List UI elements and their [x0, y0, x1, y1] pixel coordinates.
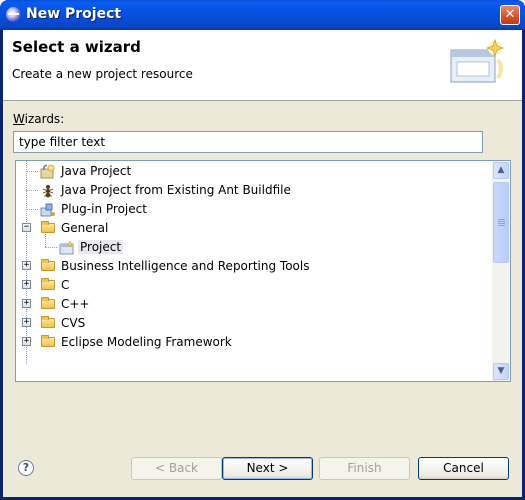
new-project-banner-icon	[450, 38, 505, 83]
tree-item-java-project[interactable]: Java Project	[16, 162, 492, 181]
tree-item-label: Plug-in Project	[61, 202, 147, 216]
expand-toggle[interactable]: +	[22, 261, 31, 270]
scroll-down-button[interactable]: ▼	[493, 363, 509, 380]
back-button[interactable]: < Back	[131, 457, 222, 480]
tree-item-label: Java Project from Existing Ant Buildfile	[61, 183, 291, 197]
wizard-tree[interactable]: Java Project Java Project from Existing …	[15, 160, 511, 382]
next-button[interactable]: Next >	[222, 457, 313, 480]
tree-item-label: CVS	[61, 316, 86, 330]
expand-toggle[interactable]: +	[22, 337, 31, 346]
folder-icon	[41, 259, 55, 271]
tree-item-emf[interactable]: + Eclipse Modeling Framework	[16, 333, 492, 352]
cancel-button[interactable]: Cancel	[418, 457, 509, 480]
expand-toggle[interactable]: +	[22, 299, 31, 308]
new-project-window: New Project ✕ Select a wizard Create a n…	[0, 0, 525, 500]
tree-item-project[interactable]: Project	[16, 238, 492, 257]
folder-icon	[41, 335, 55, 347]
scroll-thumb[interactable]	[493, 182, 509, 263]
tree-item-general[interactable]: − General	[16, 219, 492, 238]
tree-item-label: C++	[61, 297, 90, 311]
tree-item-cvs[interactable]: + CVS	[16, 314, 492, 333]
title-bar[interactable]: New Project ✕	[0, 0, 525, 30]
folder-icon	[41, 278, 55, 290]
tree-item-plugin-project[interactable]: Plug-in Project	[16, 200, 492, 219]
tree-item-label: Java Project	[61, 164, 132, 178]
close-button[interactable]: ✕	[500, 5, 520, 25]
tree-vertical-scrollbar[interactable]: ▲ ▼	[492, 161, 510, 381]
folder-open-icon	[41, 221, 55, 233]
tree-item-label: Project	[78, 240, 124, 254]
tree-item-cpp[interactable]: + C++	[16, 295, 492, 314]
java-project-icon	[40, 164, 55, 179]
tree-item-ant-buildfile[interactable]: Java Project from Existing Ant Buildfile	[16, 181, 492, 200]
tree-item-label: Eclipse Modeling Framework	[61, 335, 232, 349]
help-icon[interactable]: ?	[18, 460, 34, 476]
tree-item-c[interactable]: + C	[16, 276, 492, 295]
tree-item-label: Business Intelligence and Reporting Tool…	[61, 259, 310, 273]
folder-icon	[41, 297, 55, 309]
expand-toggle[interactable]: +	[22, 280, 31, 289]
collapse-toggle[interactable]: −	[22, 223, 31, 232]
project-icon	[59, 240, 74, 255]
wizard-header: Select a wizard Create a new project res…	[3, 30, 522, 101]
filter-input[interactable]	[13, 131, 483, 153]
window-title: New Project	[26, 6, 122, 22]
scroll-up-button[interactable]: ▲	[493, 162, 509, 179]
dialog-client-area: Select a wizard Create a new project res…	[3, 30, 522, 497]
tree-item-label: General	[61, 221, 109, 235]
tree-item-birt[interactable]: + Business Intelligence and Reporting To…	[16, 257, 492, 276]
finish-button[interactable]: Finish	[319, 457, 410, 480]
tree-item-label: C	[61, 278, 70, 292]
folder-icon	[41, 316, 55, 328]
header-title: Select a wizard	[12, 38, 141, 56]
plugin-project-icon	[40, 203, 55, 217]
eclipse-icon	[6, 7, 21, 22]
wizards-label: Wizards:	[13, 112, 65, 126]
ant-icon	[42, 185, 54, 198]
header-description: Create a new project resource	[12, 67, 193, 81]
expand-toggle[interactable]: +	[22, 318, 31, 327]
